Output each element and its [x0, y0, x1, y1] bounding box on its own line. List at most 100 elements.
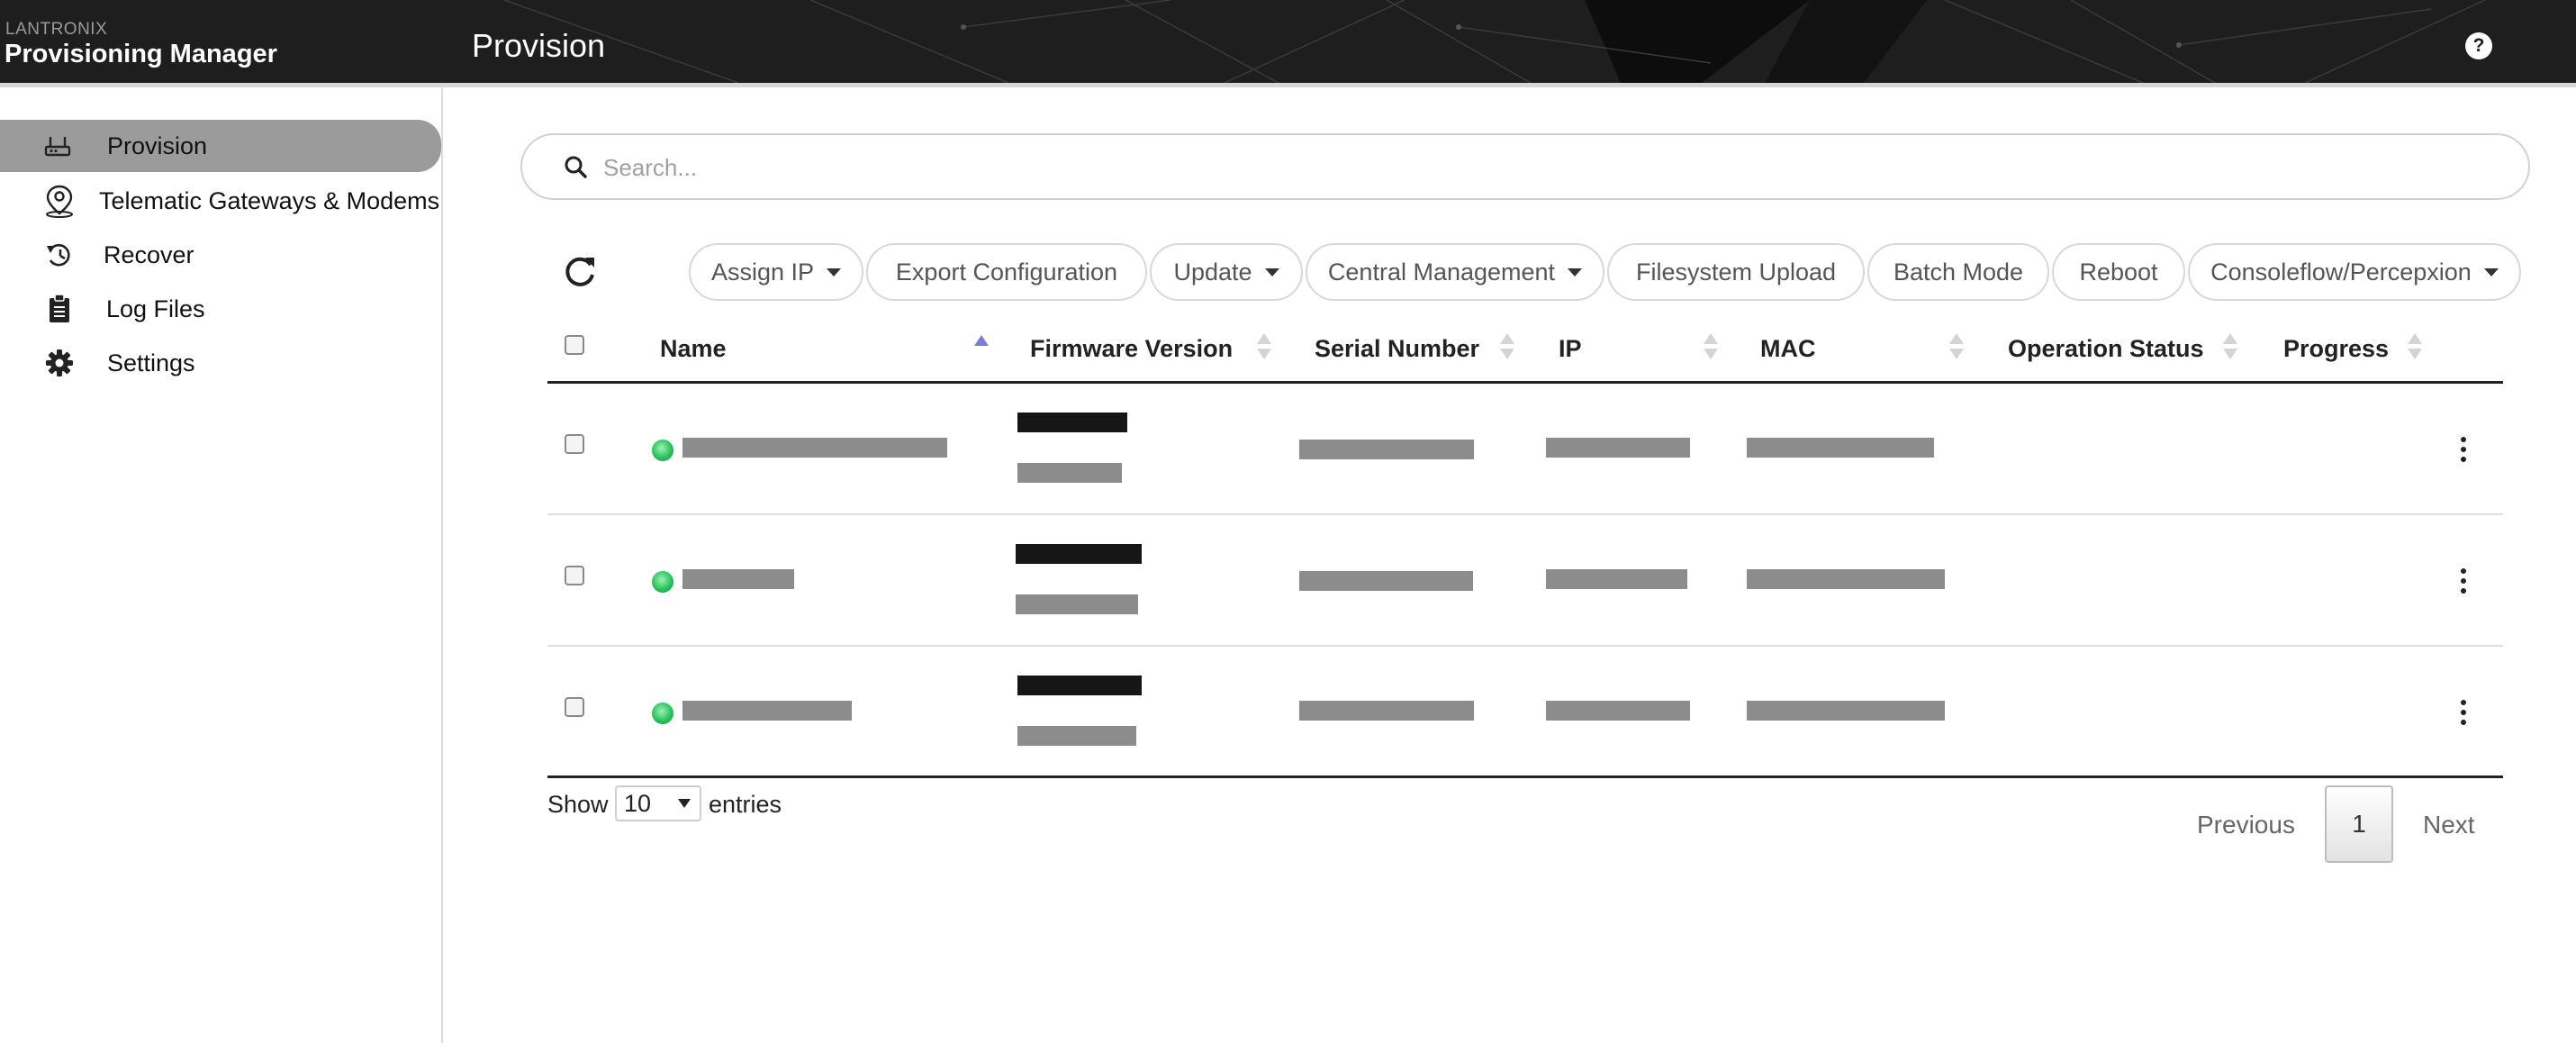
row-actions-menu-icon[interactable]	[2454, 565, 2472, 597]
table-row	[547, 384, 2503, 515]
chevron-down-icon	[1264, 268, 1279, 277]
redacted-mac	[1747, 701, 1945, 721]
table-row	[547, 647, 2503, 778]
button-label: Central Management	[1327, 258, 1556, 286]
redacted-name	[682, 569, 794, 589]
pagination-current-page[interactable]: 1	[2325, 785, 2393, 863]
gear-icon	[41, 345, 77, 381]
search-icon	[562, 153, 591, 182]
page-number: 1	[2352, 810, 2366, 838]
header-decoration	[503, 0, 2486, 83]
status-online-icon	[652, 703, 673, 724]
sort-ascending-icon	[974, 333, 989, 364]
sort-icon	[2223, 333, 2237, 364]
redacted-firmware-version	[1016, 544, 1142, 564]
row-checkbox[interactable]	[565, 697, 584, 717]
button-label: Assign IP	[710, 258, 815, 286]
reboot-button[interactable]: Reboot	[2052, 243, 2185, 301]
search-bar	[520, 133, 2530, 200]
button-label: Export Configuration	[895, 258, 1118, 286]
batch-mode-button[interactable]: Batch Mode	[1867, 243, 2049, 301]
chevron-down-icon	[2483, 268, 2499, 277]
sidebar-item-log-files[interactable]: Log Files	[0, 283, 441, 335]
sort-icon	[1949, 333, 1964, 364]
history-icon	[41, 237, 77, 273]
sort-icon	[1257, 333, 1271, 364]
sidebar-item-label: Settings	[107, 349, 195, 376]
redacted-firmware-detail	[1016, 594, 1138, 614]
app-header: LANTRONIX Provisioning Manager Provision…	[0, 0, 2576, 83]
redacted-serial-number	[1299, 701, 1474, 721]
row-actions-menu-icon[interactable]	[2454, 696, 2472, 729]
redacted-firmware-detail	[1017, 463, 1122, 483]
clipboard-icon	[41, 291, 77, 327]
redacted-ip	[1546, 701, 1690, 721]
column-header-firmware-version[interactable]: Firmware Version	[1030, 335, 1233, 363]
pagination-previous[interactable]: Previous	[2197, 811, 2295, 839]
column-header-ip[interactable]: IP	[1559, 335, 1582, 363]
status-online-icon	[652, 440, 673, 461]
sidebar-item-settings[interactable]: Settings	[0, 337, 441, 389]
show-entries-label: Show	[547, 791, 609, 818]
status-online-icon	[652, 571, 673, 593]
select-all-checkbox[interactable]	[565, 335, 584, 355]
column-header-name[interactable]: Name	[660, 335, 727, 363]
update-button[interactable]: Update	[1150, 243, 1303, 301]
page-length-select[interactable]: 10	[615, 785, 701, 821]
redacted-ip	[1546, 569, 1687, 589]
refresh-icon	[565, 257, 594, 286]
chevron-down-icon	[1568, 268, 1583, 277]
row-actions-menu-icon[interactable]	[2454, 433, 2472, 466]
redacted-firmware-version	[1017, 676, 1142, 695]
column-header-progress[interactable]: Progress	[2283, 335, 2389, 363]
column-header-mac[interactable]: MAC	[1760, 335, 1816, 363]
row-checkbox[interactable]	[565, 434, 584, 454]
sidebar-item-recover[interactable]: Recover	[0, 229, 441, 281]
button-label: Reboot	[2079, 258, 2158, 286]
redacted-firmware-version	[1017, 413, 1127, 432]
button-label: Update	[1173, 258, 1252, 286]
redacted-firmware-detail	[1017, 726, 1136, 746]
map-pin-icon	[41, 183, 77, 219]
button-label: Filesystem Upload	[1635, 258, 1837, 286]
filesystem-upload-button[interactable]: Filesystem Upload	[1607, 243, 1865, 301]
chevron-down-icon	[678, 799, 691, 808]
router-icon	[40, 128, 76, 164]
help-icon[interactable]: ?	[2465, 32, 2492, 59]
search-input[interactable]	[603, 146, 2494, 189]
column-header-serial-number[interactable]: Serial Number	[1315, 335, 1479, 363]
pagination-next[interactable]: Next	[2423, 811, 2475, 839]
consoleflow-percepxion-button[interactable]: Consoleflow/Percepxion	[2188, 243, 2521, 301]
sidebar-item-label: Provision	[107, 132, 208, 159]
redacted-serial-number	[1299, 440, 1474, 459]
button-label: Consoleflow/Percepxion	[2210, 258, 2472, 286]
sort-icon	[2408, 333, 2422, 364]
sidebar-item-telematic-gateways[interactable]: Telematic Gateways & Modems	[0, 175, 441, 227]
row-checkbox[interactable]	[565, 566, 584, 585]
table-row	[547, 515, 2503, 647]
button-label: Batch Mode	[1893, 258, 2024, 286]
table-header: Name Firmware Version Serial Number IP M…	[547, 315, 2503, 384]
redacted-mac	[1747, 569, 1945, 589]
page-length-value: 10	[624, 790, 652, 817]
redacted-name	[682, 438, 947, 458]
redacted-ip	[1546, 438, 1690, 458]
brand-logo-text: LANTRONIX	[5, 20, 108, 39]
sidebar-item-label: Log Files	[106, 295, 205, 322]
export-configuration-button[interactable]: Export Configuration	[866, 243, 1147, 301]
redacted-mac	[1747, 438, 1934, 458]
redacted-name	[682, 701, 852, 721]
chevron-down-icon	[827, 268, 842, 277]
central-management-button[interactable]: Central Management	[1306, 243, 1604, 301]
sort-icon	[1704, 333, 1718, 364]
app-title: Provisioning Manager	[5, 40, 277, 68]
sidebar-item-label: Telematic Gateways & Modems	[99, 186, 440, 214]
redacted-serial-number	[1299, 571, 1473, 591]
assign-ip-button[interactable]: Assign IP	[689, 243, 863, 301]
sidebar-item-provision[interactable]: Provision	[0, 120, 441, 172]
sidebar: Provision Telematic Gateways & Modems Re…	[0, 87, 443, 1043]
entries-label: entries	[709, 791, 782, 818]
column-header-operation-status[interactable]: Operation Status	[2008, 335, 2204, 363]
refresh-button[interactable]	[560, 252, 600, 292]
sidebar-item-label: Recover	[104, 240, 194, 268]
